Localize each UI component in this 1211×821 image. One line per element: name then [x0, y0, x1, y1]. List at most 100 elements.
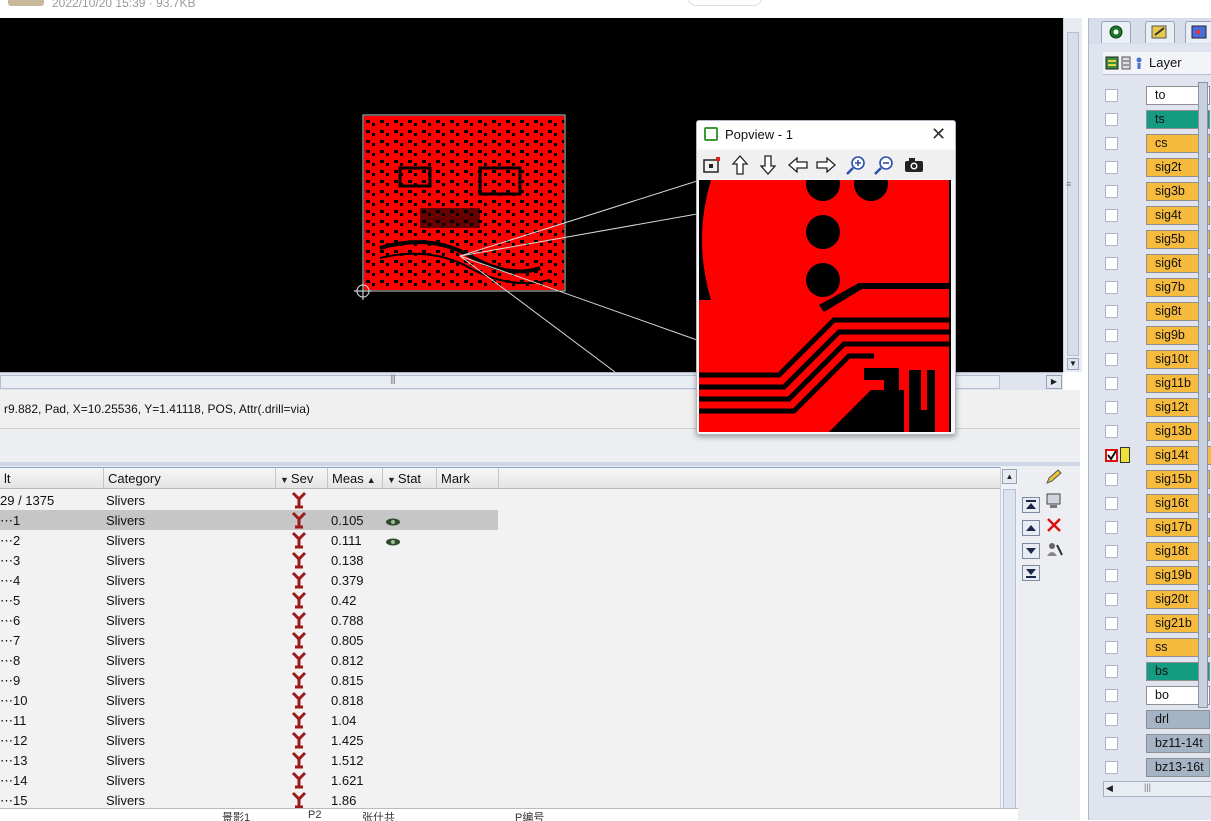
- popview-app-icon: [704, 127, 718, 141]
- table-row[interactable]: ⋯15 Slivers 1.86: [0, 790, 498, 810]
- layer-horizontal-scrollbar[interactable]: ◀ |||: [1103, 781, 1211, 797]
- layer-checkbox[interactable]: [1105, 353, 1118, 366]
- table-row[interactable]: ⋯2 Slivers 0.111: [0, 530, 498, 550]
- tab-palette[interactable]: [1185, 21, 1211, 43]
- column-header-category[interactable]: Category: [104, 468, 276, 489]
- layer-checkbox[interactable]: [1105, 233, 1118, 246]
- layer-checkbox[interactable]: [1105, 737, 1118, 750]
- work-layer-icon[interactable]: [1120, 447, 1130, 463]
- table-row[interactable]: ⋯6 Slivers 0.788: [0, 610, 498, 630]
- column-header-sev[interactable]: ▼ Sev: [276, 468, 328, 489]
- layer-checkbox[interactable]: [1105, 641, 1118, 654]
- row-measure: 1.621: [331, 773, 364, 788]
- pan-left-icon[interactable]: [787, 154, 809, 176]
- layer-checkbox[interactable]: [1105, 545, 1118, 558]
- filter-down-icon: ▼: [387, 475, 396, 485]
- table-row[interactable]: ⋯9 Slivers 0.815: [0, 670, 498, 690]
- pan-up-icon[interactable]: [729, 154, 751, 176]
- layer-checkbox[interactable]: [1105, 401, 1118, 414]
- layer-checkbox[interactable]: [1105, 425, 1118, 438]
- column-header-stat[interactable]: ▼ Stat: [383, 468, 437, 489]
- summary-row[interactable]: 29 / 1375 Slivers: [0, 490, 498, 510]
- layer-checkbox[interactable]: [1105, 521, 1118, 534]
- layer-checkbox[interactable]: [1105, 257, 1118, 270]
- table-row[interactable]: ⋯3 Slivers 0.138: [0, 550, 498, 570]
- layer-checkbox[interactable]: [1105, 329, 1118, 342]
- canvas-vscroll-thumb[interactable]: [1067, 32, 1079, 356]
- layer-checkbox[interactable]: [1105, 449, 1118, 462]
- table-row[interactable]: ⋯10 Slivers 0.818: [0, 690, 498, 710]
- table-row[interactable]: ⋯7 Slivers 0.805: [0, 630, 498, 650]
- layer-panel-tabs: [1089, 18, 1211, 44]
- row-category: Slivers: [106, 653, 146, 668]
- table-row[interactable]: ⋯11 Slivers 1.04: [0, 710, 498, 730]
- monitor-icon[interactable]: [1044, 492, 1064, 510]
- layer-checkbox[interactable]: [1105, 593, 1118, 606]
- move-down-icon[interactable]: [1022, 543, 1040, 559]
- scroll-right-icon[interactable]: ▶: [1046, 375, 1062, 389]
- table-row[interactable]: ⋯12 Slivers 1.425: [0, 730, 498, 750]
- layer-checkbox[interactable]: [1105, 473, 1118, 486]
- layer-checkbox[interactable]: [1105, 209, 1118, 222]
- layer-checkbox[interactable]: [1105, 497, 1118, 510]
- zoom-in-icon[interactable]: [845, 154, 867, 176]
- popview-titlebar[interactable]: Popview - 1 ✕: [697, 121, 955, 149]
- table-row[interactable]: ⋯14 Slivers 1.621: [0, 770, 498, 790]
- table-row[interactable]: ⋯13 Slivers 1.512: [0, 750, 498, 770]
- table-row[interactable]: ⋯1 Slivers 0.105: [0, 510, 498, 530]
- layer-checkbox[interactable]: [1105, 281, 1118, 294]
- scroll-up-icon[interactable]: ▲: [1002, 469, 1017, 484]
- close-icon[interactable]: ✕: [931, 124, 946, 145]
- popview-window[interactable]: Popview - 1 ✕: [696, 120, 956, 435]
- column-header-meas[interactable]: Meas ▲: [328, 468, 383, 489]
- zoom-out-icon[interactable]: [873, 154, 895, 176]
- tab-edit[interactable]: [1145, 21, 1175, 43]
- table-row[interactable]: ⋯4 Slivers 0.379: [0, 570, 498, 590]
- row-measure: 0.788: [331, 613, 364, 628]
- layer-visibility-icon[interactable]: [1105, 56, 1119, 73]
- move-up-icon[interactable]: [1022, 520, 1040, 536]
- scroll-left-icon[interactable]: ◀: [1106, 783, 1113, 794]
- layer-checkbox[interactable]: [1105, 617, 1118, 630]
- pan-down-icon[interactable]: [757, 154, 779, 176]
- column-header-lt[interactable]: lt: [0, 468, 104, 489]
- layer-checkbox[interactable]: [1105, 569, 1118, 582]
- layer-checkbox[interactable]: [1105, 665, 1118, 678]
- camera-icon[interactable]: [903, 154, 925, 176]
- table-vertical-scrollbar[interactable]: ▲: [1000, 467, 1019, 820]
- move-bottom-icon[interactable]: [1022, 565, 1040, 581]
- layer-checkbox[interactable]: [1105, 89, 1118, 102]
- layer-checkbox[interactable]: [1105, 713, 1118, 726]
- popview-zoom-view[interactable]: [699, 180, 951, 432]
- layer-bz11-14t[interactable]: bz11-14t: [1146, 734, 1210, 753]
- column-header-mark[interactable]: Mark: [437, 468, 499, 489]
- splitter[interactable]: [0, 462, 1080, 466]
- layer-drl[interactable]: drl: [1146, 710, 1210, 729]
- layer-stack-icon[interactable]: [1121, 56, 1131, 73]
- layer-info-icon[interactable]: [1134, 56, 1144, 73]
- scroll-down-icon[interactable]: ▼: [1067, 358, 1079, 370]
- layer-checkbox[interactable]: [1105, 761, 1118, 774]
- table-row[interactable]: ⋯8 Slivers 0.812: [0, 650, 498, 670]
- fit-view-icon[interactable]: [701, 154, 723, 176]
- table-vscroll-thumb[interactable]: [1003, 489, 1016, 815]
- move-top-icon[interactable]: [1022, 497, 1040, 513]
- user-tool-icon[interactable]: [1044, 540, 1064, 558]
- layer-list-scrollbar[interactable]: [1198, 82, 1208, 708]
- layer-checkbox[interactable]: [1105, 689, 1118, 702]
- row-category: Slivers: [106, 753, 146, 768]
- layer-checkbox[interactable]: [1105, 137, 1118, 150]
- layer-checkbox[interactable]: [1105, 185, 1118, 198]
- delete-icon[interactable]: [1044, 516, 1064, 534]
- layer-checkbox[interactable]: [1105, 305, 1118, 318]
- tab-layers[interactable]: [1101, 21, 1131, 43]
- layer-checkbox[interactable]: [1105, 377, 1118, 390]
- pan-right-icon[interactable]: [815, 154, 837, 176]
- table-row[interactable]: ⋯5 Slivers 0.42: [0, 590, 498, 610]
- top-pill-button[interactable]: [688, 0, 762, 6]
- layer-bz13-16t[interactable]: bz13-16t: [1146, 758, 1210, 777]
- edit-pencil-icon[interactable]: [1044, 468, 1064, 486]
- layer-checkbox[interactable]: [1105, 113, 1118, 126]
- canvas-vertical-scrollbar[interactable]: ≡ ▼: [1063, 18, 1082, 372]
- layer-checkbox[interactable]: [1105, 161, 1118, 174]
